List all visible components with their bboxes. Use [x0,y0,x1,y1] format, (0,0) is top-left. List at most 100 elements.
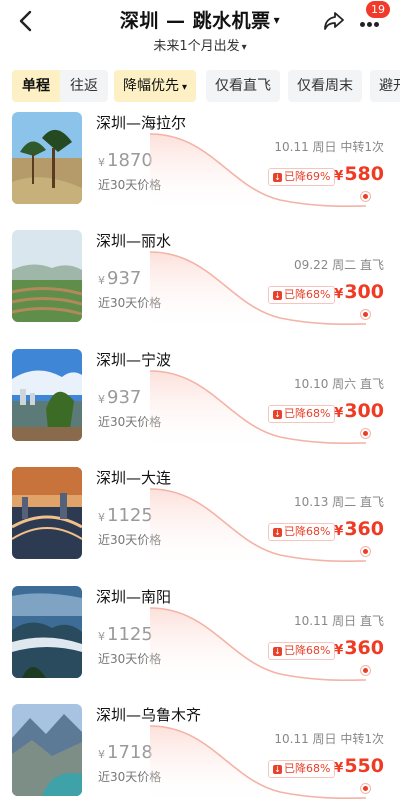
price-point-dot [361,310,370,319]
currency-symbol: ¥ [98,630,105,643]
tab-one-way[interactable]: 单程 [12,70,60,102]
destination-photo [12,349,82,441]
sort-caret-icon: ▾ [182,82,188,93]
price-point-dot [361,784,370,793]
stop-info: 中转1次 [340,140,384,154]
original-price: ¥937 [98,387,141,408]
discount-badge: ↓ 已降68% [268,760,336,778]
title-caret-icon: ▾ [273,13,281,27]
original-price-value: 1870 [107,150,153,171]
down-arrow-icon: ↓ [273,528,282,537]
destination-photo [12,586,82,678]
discount-badge: ↓ 已降68% [268,405,336,423]
original-price-value: 1718 [107,742,153,763]
flight-card[interactable]: 深圳—大连 ¥1125 近30天价格 10.13 周二 直飞 ↓ 已降68% ¥360 [0,467,400,585]
discount-text: 已降68% [284,525,331,538]
flight-card[interactable]: 深圳—丽水 ¥937 近30天价格 09.22 周二 直飞 ↓ 已降68% ¥300 [0,230,400,348]
departure-range-text: 未来1个月出发 [153,39,240,54]
original-price: ¥1125 [98,505,153,526]
currency-symbol: ¥ [334,169,344,184]
departure-date: 10.11 周日 [274,732,337,746]
currency-symbol: ¥ [98,511,105,524]
current-price-value: 360 [344,518,384,540]
stop-info: 直飞 [359,377,384,391]
down-arrow-icon: ↓ [273,765,282,774]
current-price-value: 300 [344,400,384,422]
departure-date: 10.13 周二 [293,495,357,509]
destination-photo [12,467,82,559]
avoid-filter[interactable]: 避开 [370,70,400,102]
currency-symbol: ¥ [334,643,344,658]
weekend-only-filter[interactable]: 仅看周末 [288,70,362,102]
currency-symbol: ¥ [334,406,344,421]
page-title-text: 深圳 — 跳水机票 [119,10,271,32]
currency-symbol: ¥ [98,274,105,287]
current-price: ¥360 [334,637,384,659]
original-price: ¥1125 [98,624,153,645]
direct-only-filter[interactable]: 仅看直飞 [206,70,280,102]
discount-text: 已降68% [284,288,331,301]
flight-card[interactable]: 深圳—南阳 ¥1125 近30天价格 10.11 周日 直飞 ↓ 已降68% ¥360 [0,586,400,704]
current-price: ¥580 [334,163,384,185]
current-price-value: 580 [344,163,384,185]
original-price-value: 937 [107,387,142,408]
flight-card[interactable]: 深圳—海拉尔 ¥1870 近30天价格 10.11 周日 中转1次 ↓ 已降69% ¥580 [0,112,400,230]
flight-date: 10.13 周二 直飞 [294,493,384,510]
current-price-value: 360 [344,637,384,659]
currency-symbol: ¥ [98,393,105,406]
sort-drop-first-button[interactable]: 降幅优先 ▾ [114,70,197,102]
flight-date: 10.11 周日 中转1次 [274,730,384,747]
destination-photo [12,112,82,204]
notification-badge: 19 [366,1,390,18]
subtitle-caret-icon: ▾ [241,42,247,53]
current-price: ¥300 [334,281,384,303]
price-point-dot [361,192,370,201]
price-point-dot [361,547,370,556]
down-arrow-icon: ↓ [273,647,282,656]
currency-symbol: ¥ [334,761,344,776]
flight-date: 10.10 周六 直飞 [294,375,384,392]
price-point-dot [361,429,370,438]
top-bar: 深圳 — 跳水机票 ▾ 未来1个月出发 ▾ 19 [0,0,400,64]
original-price: ¥1870 [98,150,153,171]
destination-photo [12,230,82,322]
departure-date: 09.22 周二 [293,258,357,272]
flight-date: 10.11 周日 直飞 [294,612,384,629]
original-price: ¥937 [98,268,141,289]
flight-date: 09.22 周二 直飞 [294,256,384,273]
stop-info: 中转1次 [340,732,384,746]
current-price-value: 550 [344,755,384,777]
currency-symbol: ¥ [98,156,105,169]
discount-badge: ↓ 已降69% [268,168,336,186]
flight-card[interactable]: 深圳—乌鲁木齐 ¥1718 近30天价格 10.11 周日 中转1次 ↓ 已降68% ¥55… [0,704,400,800]
discount-badge: ↓ 已降68% [268,523,336,541]
original-price: ¥1718 [98,742,153,763]
currency-symbol: ¥ [98,748,105,761]
departure-date: 10.11 周日 [274,140,337,154]
discount-text: 已降69% [284,170,331,183]
discount-badge: ↓ 已降68% [268,286,336,304]
flight-date: 10.11 周日 中转1次 [274,138,384,155]
down-arrow-icon: ↓ [273,173,282,182]
share-icon[interactable] [322,9,346,33]
tab-round-trip[interactable]: 往返 [60,70,108,102]
filter-bar: 单程 往返 降幅优先▾ 仅看直飞 仅看周末 避开 [0,70,400,102]
price-point-dot [361,666,370,675]
stop-info: 直飞 [359,614,384,628]
discount-text: 已降68% [284,407,331,420]
down-arrow-icon: ↓ [273,291,282,300]
sort-label: 降幅优先 [123,78,179,94]
currency-symbol: ¥ [334,287,344,302]
discount-badge: ↓ 已降68% [268,642,336,660]
destination-photo [12,704,82,796]
departure-date: 10.10 周六 [293,377,357,391]
down-arrow-icon: ↓ [273,410,282,419]
flight-card[interactable]: 深圳—宁波 ¥937 近30天价格 10.10 周六 直飞 ↓ 已降68% ¥300 [0,349,400,467]
original-price-value: 1125 [107,505,153,526]
original-price-value: 937 [107,268,142,289]
current-price: ¥550 [334,755,384,777]
departure-range-selector[interactable]: 未来1个月出发 ▾ [0,35,400,54]
discount-text: 已降68% [284,644,331,657]
original-price-value: 1125 [107,624,153,645]
stop-info: 直飞 [359,495,384,509]
